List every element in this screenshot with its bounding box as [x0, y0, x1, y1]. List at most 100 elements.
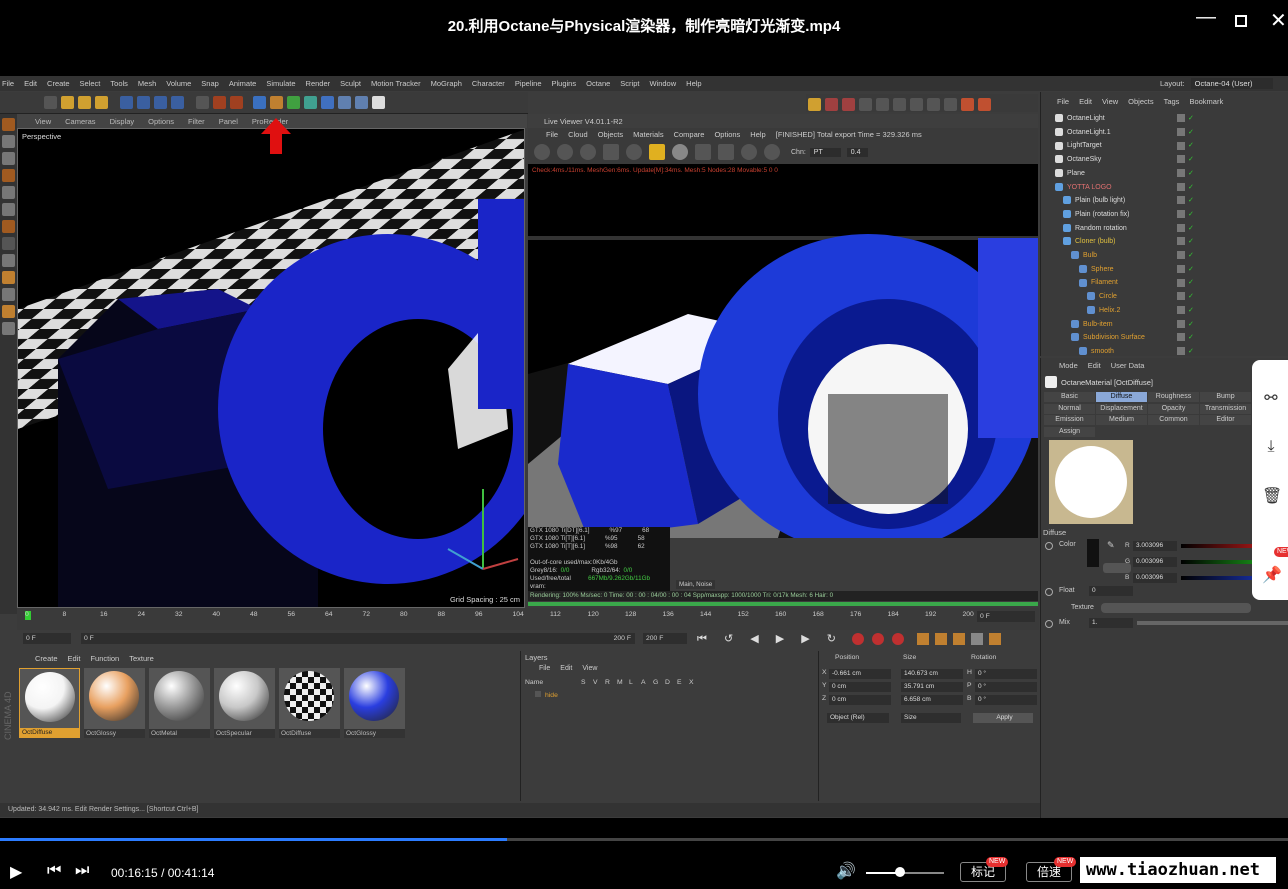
menu-item-mograph[interactable]: MoGraph: [431, 79, 462, 88]
object-row[interactable]: Bulb ✓: [1041, 249, 1288, 262]
lv-menu-help[interactable]: Help: [750, 130, 765, 139]
timeline-current-frame[interactable]: 0 F: [977, 611, 1035, 622]
attr-tab-emission[interactable]: Emission: [1044, 415, 1095, 425]
color-anim-icon[interactable]: [1045, 542, 1053, 550]
object-row[interactable]: Helix.2 ✓: [1041, 304, 1288, 317]
grid-tool-icon[interactable]: [859, 98, 872, 111]
obj-menu-objects[interactable]: Objects: [1128, 97, 1153, 106]
attr-tab-assign[interactable]: Assign: [1044, 426, 1095, 437]
lock-icon[interactable]: [2, 288, 15, 301]
perspective-viewport[interactable]: Perspective Grid Spacing : 25 cm: [17, 128, 525, 608]
keyframe-help-icon[interactable]: [892, 633, 904, 645]
object-visibility-icon[interactable]: [1177, 251, 1185, 260]
rotate-key-icon[interactable]: [953, 633, 965, 645]
object-row[interactable]: OctaneSky ✓: [1041, 153, 1288, 166]
transport-buttons[interactable]: ⏮ ↺ ◀ ▶ ▶ ↻ ⏭: [697, 632, 870, 646]
obj-menu-bookmark[interactable]: Bookmark: [1189, 97, 1223, 106]
object-row[interactable]: Plain (rotation fix) ✓: [1041, 208, 1288, 221]
object-row[interactable]: Circle ✓: [1041, 290, 1288, 303]
rotate-tool-icon[interactable]: [78, 96, 91, 109]
chn-select[interactable]: PT: [809, 147, 841, 157]
texture-mode-icon[interactable]: [2, 152, 15, 165]
layer-row[interactable]: hide: [535, 691, 558, 699]
object-visibility-icon[interactable]: [1177, 333, 1185, 342]
object-check-icon[interactable]: ✓: [1188, 142, 1194, 149]
deformer-icon[interactable]: [321, 96, 334, 109]
r-value[interactable]: 3.003096: [1133, 541, 1177, 551]
attr-tab-basic[interactable]: Basic: [1044, 392, 1095, 402]
attr-tab-roughness[interactable]: Roughness: [1148, 392, 1199, 402]
z-axis-icon[interactable]: [154, 96, 167, 109]
coord-rotation-input[interactable]: 0 °: [975, 682, 1037, 692]
menu-item-animate[interactable]: Animate: [229, 79, 257, 88]
cube-icon[interactable]: [253, 96, 266, 109]
delete-icon[interactable]: 🗑: [1262, 486, 1282, 505]
menu-item-help[interactable]: Help: [686, 79, 701, 88]
grid-tool2-icon[interactable]: [876, 98, 889, 111]
timeline-ruler[interactable]: 0 8 16 24 32 40 48 56 64 72 80 88 96 104 112 120 128 136 1…: [17, 608, 1039, 630]
share-icon[interactable]: ⚯: [1262, 388, 1280, 407]
pin-icon[interactable]: 📌: [1262, 565, 1282, 584]
object-check-icon[interactable]: ✓: [1188, 307, 1194, 314]
frame-range-slider[interactable]: 0 F 200 F: [81, 633, 635, 644]
grid-tool5-icon[interactable]: [927, 98, 940, 111]
object-visibility-icon[interactable]: [1177, 319, 1185, 328]
menu-item-motion-tracker[interactable]: Motion Tracker: [371, 79, 421, 88]
object-row[interactable]: Plain (bulb light) ✓: [1041, 194, 1288, 207]
mat-menu-function[interactable]: Function: [90, 654, 119, 663]
lv-menu-options[interactable]: Options: [714, 130, 740, 139]
attr-tab-editor[interactable]: Editor: [1200, 415, 1251, 425]
joint-icon[interactable]: [842, 98, 855, 111]
object-row[interactable]: YOTTA LOGO ✓: [1041, 181, 1288, 194]
pin-icon[interactable]: [764, 144, 780, 160]
object-check-icon[interactable]: ✓: [1188, 266, 1194, 273]
object-visibility-icon[interactable]: [1177, 264, 1185, 273]
menu-item-select[interactable]: Select: [80, 79, 101, 88]
autokey-icon[interactable]: [872, 633, 884, 645]
layout-tool2-icon[interactable]: [978, 98, 991, 111]
attr-tab-transmission[interactable]: Transmission: [1200, 403, 1251, 414]
previous-icon[interactable]: ⏮: [47, 862, 61, 880]
object-row[interactable]: Plane ✓: [1041, 167, 1288, 180]
material-thumbnail[interactable]: OctSpecular: [214, 668, 275, 738]
menu-item-snap[interactable]: Snap: [201, 79, 219, 88]
pla-key-icon[interactable]: [989, 633, 1001, 645]
b-value[interactable]: 0.003096: [1133, 573, 1177, 583]
material-thumbnail[interactable]: OctDiffuse: [19, 668, 80, 738]
object-row[interactable]: OctaneLight.1 ✓: [1041, 126, 1288, 139]
eyedropper-icon[interactable]: ✎: [1107, 540, 1117, 550]
vp-menu-view[interactable]: View: [35, 117, 51, 126]
object-check-icon[interactable]: ✓: [1188, 197, 1194, 204]
layout-selector[interactable]: Layout: Octane-04 (User): [1040, 76, 1288, 91]
make-editable-icon[interactable]: [2, 118, 15, 131]
float-anim-icon[interactable]: [1045, 588, 1053, 596]
menu-item-sculpt[interactable]: Sculpt: [340, 79, 361, 88]
object-visibility-icon[interactable]: [1177, 223, 1185, 232]
next-icon[interactable]: ⏭: [75, 862, 89, 880]
object-visibility-icon[interactable]: [1177, 155, 1185, 164]
attr-tab-diffuse[interactable]: Diffuse: [1096, 392, 1147, 402]
menu-item-edit[interactable]: Edit: [24, 79, 37, 88]
texture-field[interactable]: [1101, 603, 1251, 613]
record-icon[interactable]: [852, 633, 864, 645]
snap-left-icon[interactable]: [2, 271, 15, 284]
object-check-icon[interactable]: ✓: [1188, 321, 1194, 328]
object-check-icon[interactable]: ✓: [1188, 115, 1194, 122]
object-visibility-icon[interactable]: [1177, 210, 1185, 219]
scale-key-icon[interactable]: [935, 633, 947, 645]
coord-system-icon[interactable]: [171, 96, 184, 109]
apply-button[interactable]: Apply: [973, 713, 1033, 723]
obj-menu-view[interactable]: View: [1102, 97, 1118, 106]
download-icon[interactable]: ⤓: [1262, 438, 1280, 456]
coord-mode-select[interactable]: Object (Rel): [827, 713, 889, 723]
float-value[interactable]: 0: [1089, 586, 1133, 596]
menu-item-simulate[interactable]: Simulate: [266, 79, 295, 88]
vp-menu-options[interactable]: Options: [148, 117, 174, 126]
pen-icon[interactable]: [270, 96, 283, 109]
polygons-mode-icon[interactable]: [2, 220, 15, 233]
material-thumbnail[interactable]: OctGlossy: [84, 668, 145, 738]
axis-mode-icon[interactable]: [2, 237, 15, 250]
object-check-icon[interactable]: ✓: [1188, 170, 1194, 177]
object-visibility-icon[interactable]: [1177, 141, 1185, 150]
attr-tab-normal[interactable]: Normal: [1044, 403, 1095, 414]
